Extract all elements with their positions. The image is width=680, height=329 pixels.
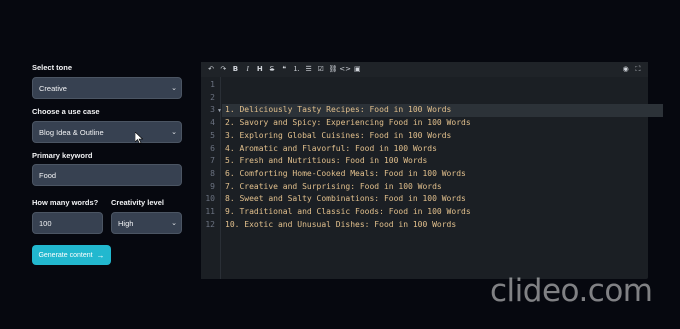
redo-icon[interactable]: ↷ [217,62,229,77]
use-case-select[interactable]: Blog Idea & Outline ⌄ [32,121,182,143]
italic-icon[interactable]: I [242,62,254,77]
use-case-value: Blog Idea & Outline [39,127,104,137]
fullscreen-icon[interactable]: ⛶ [632,62,644,77]
line-number: 12 [205,219,215,229]
tone-label: Select tone [32,63,73,72]
code-line: 5. Fresh and Nutritious: Food in 100 Wor… [225,156,428,166]
code-line: 9. Traditional and Classic Foods: Food i… [225,207,471,216]
bold-icon[interactable]: B [229,62,241,77]
chevron-down-icon: ⌄ [171,129,177,136]
link-icon[interactable]: ⛓ [327,62,339,77]
creativity-value: High [118,218,134,228]
heading-icon[interactable]: H [254,62,266,77]
words-input[interactable]: 100 [32,212,103,234]
checklist-icon[interactable]: ☑ [315,62,327,77]
words-label: How many words? [32,198,99,207]
generate-label: Generate content [38,251,93,259]
line-number: 2 [210,92,215,102]
code-line: 7. Creative and Surprising: Food in 100 … [225,181,442,191]
clideo-watermark: clideo.com [490,273,653,309]
keyword-label: Primary keyword [32,151,93,160]
line-number: 8 [210,168,215,178]
editor-toolbar: ↶ ↷ B I H S ❝ ⒈ ☰ ☑ ⛓ <> ▣ ◉ ⛶ [201,62,648,77]
tone-select[interactable]: Creative ⌄ [32,77,182,99]
arrow-right-icon: → [96,250,105,260]
line-number: 4 [210,118,215,128]
line-number: 9 [210,181,215,191]
code-line: 6. Comforting Home-Cooked Meals: Food in… [225,168,466,178]
creativity-label: Creativity level [111,198,164,207]
ordered-list-icon[interactable]: ⒈ [290,62,302,77]
code-line: 1. Deliciously Tasty Recipes: Food in 10… [225,105,452,115]
code-line: 8. Sweet and Salty Combinations: Food in… [225,194,466,204]
line-number: 3 [210,105,215,115]
fold-arrow-icon[interactable]: ▼ [217,108,222,114]
code-icon[interactable]: <> [339,62,351,77]
quote-icon[interactable]: ❝ [278,62,290,77]
mouse-cursor-icon [135,132,143,144]
strikethrough-icon[interactable]: S [266,62,278,77]
markdown-editor[interactable]: ↶ ↷ B I H S ❝ ⒈ ☰ ☑ ⛓ <> ▣ ◉ ⛶ ▼ 1234567… [201,62,663,279]
generate-content-button[interactable]: Generate content → [32,245,111,265]
chevron-down-icon: ⌄ [171,220,177,227]
eye-icon[interactable]: ◉ [620,62,632,77]
undo-icon[interactable]: ↶ [205,62,217,77]
chevron-down-icon: ⌄ [171,85,177,92]
code-line: 2. Savory and Spicy: Experiencing Food i… [225,118,471,128]
creativity-select[interactable]: High ⌄ [111,212,182,234]
unordered-list-icon[interactable]: ☰ [303,62,315,77]
keyword-value: Food [39,170,57,180]
words-value: 100 [39,218,52,228]
code-line: 4. Aromatic and Flavorful: Food in 100 W… [225,143,437,153]
use-case-label: Choose a use case [32,107,100,116]
code-line: 10. Exotic and Unusual Dishes: Food in 1… [225,219,457,229]
keyword-input[interactable]: Food [32,164,182,186]
line-number: 6 [210,143,215,153]
line-number: 10 [205,194,215,204]
line-number: 5 [210,130,215,140]
line-number: 1 [210,80,215,89]
line-number: 11 [205,207,215,216]
code-line: 3. Exploring Global Cuisines: Food in 10… [225,130,452,140]
line-number: 7 [210,156,215,166]
tone-value: Creative [39,83,67,93]
image-icon[interactable]: ▣ [351,62,363,77]
